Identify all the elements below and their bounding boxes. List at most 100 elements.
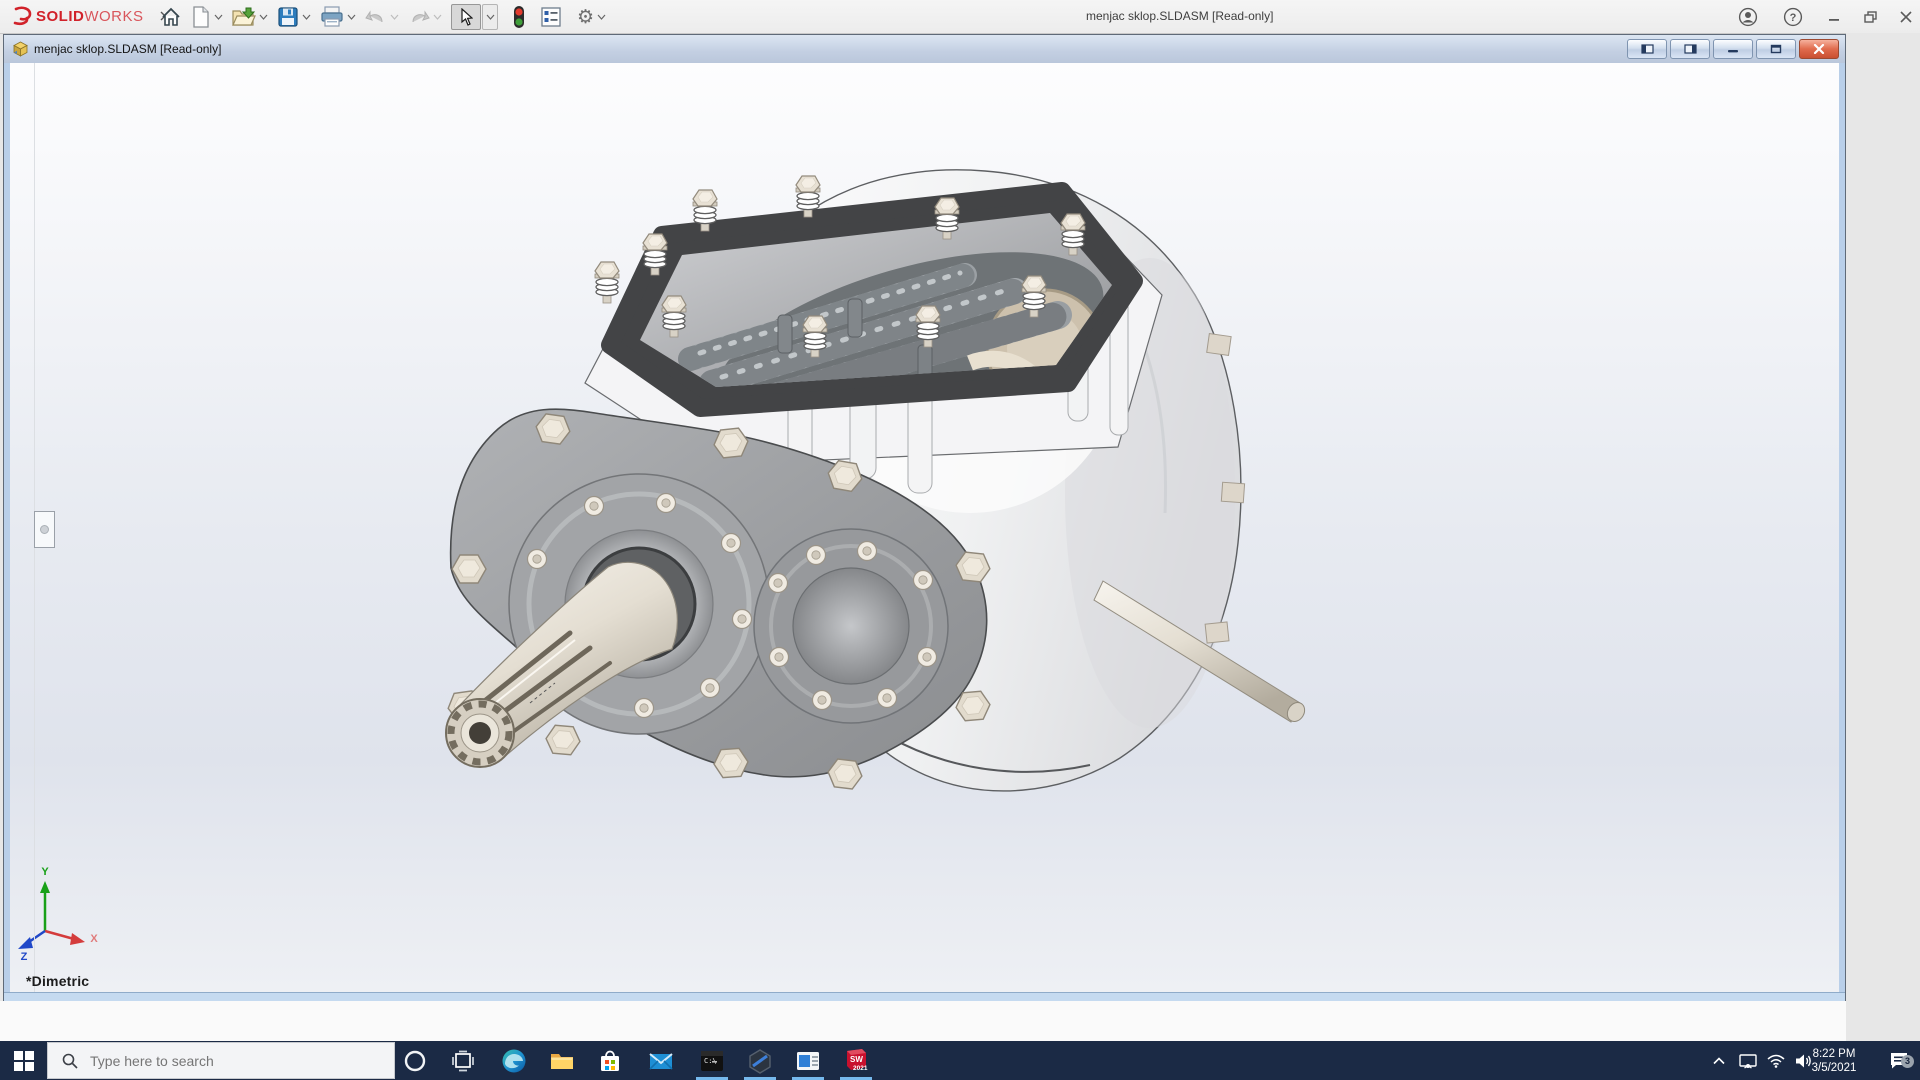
redo-button[interactable] <box>408 7 442 27</box>
brand-works: WORKS <box>84 7 144 25</box>
task-scheduler-button[interactable] <box>540 6 562 28</box>
taskbar-item-solidworks[interactable]: SW 2021 <box>836 1041 876 1080</box>
svg-text:2021: 2021 <box>853 1065 868 1072</box>
cast-icon <box>1739 1053 1757 1068</box>
mail-icon <box>649 1052 673 1070</box>
options-dropdown[interactable] <box>597 14 606 20</box>
svg-text:?: ? <box>1790 12 1797 24</box>
solidworks-logo: SOLID WORKS <box>10 4 170 28</box>
wifi-icon <box>1767 1054 1785 1068</box>
save-icon <box>278 7 298 27</box>
open-dropdown[interactable] <box>259 14 268 20</box>
microsoft-store-icon <box>601 1050 619 1071</box>
select-tool-dropdown[interactable] <box>482 4 498 30</box>
redo-dropdown[interactable] <box>433 14 442 20</box>
app-titlebar: SOLID WORKS ⚙ menjac sklop.SLDASM [Read-… <box>0 0 1920 34</box>
file-explorer-icon <box>551 1053 573 1069</box>
app-window-title: menjac sklop.SLDASM [Read-only] <box>1086 9 1274 23</box>
taskbar-item-media-app[interactable] <box>788 1041 828 1080</box>
taskbar-item-store[interactable] <box>590 1041 630 1080</box>
tray-network[interactable] <box>1762 1041 1790 1080</box>
notification-count-badge: 3 <box>1901 1055 1914 1068</box>
graphics-viewport[interactable]: Y X Z *Dimetric <box>10 63 1839 992</box>
restore-button[interactable] <box>1858 5 1882 29</box>
triad-x-label: X <box>90 933 98 945</box>
chevron-up-icon <box>1713 1056 1725 1064</box>
help-icon: ? <box>1783 7 1803 27</box>
task-view-icon <box>452 1050 474 1071</box>
tray-clock[interactable]: 8:22 PM 3/5/2021 <box>1806 1041 1862 1080</box>
view-orientation-label: *Dimetric <box>26 973 90 989</box>
command-prompt-icon: C:\ <box>701 1050 723 1071</box>
select-tool[interactable] <box>451 4 498 30</box>
undo-icon <box>365 10 383 23</box>
home-button[interactable] <box>160 6 182 28</box>
doc-restore-button[interactable] <box>1756 39 1796 59</box>
hexagon-app-icon <box>749 1048 771 1074</box>
assembly-document-icon <box>13 41 28 57</box>
tray-wireless-display[interactable] <box>1734 1041 1762 1080</box>
feature-tree-collapse-tab[interactable] <box>34 511 55 548</box>
doc-minimize-button[interactable] <box>1713 39 1753 59</box>
close-icon <box>1900 11 1912 23</box>
open-button[interactable] <box>232 6 268 28</box>
doc-border-bottom <box>4 992 1845 1001</box>
print-icon <box>321 6 343 27</box>
undo-button[interactable] <box>365 7 399 27</box>
tray-time: 8:22 PM <box>1812 1047 1856 1060</box>
tray-show-hidden-icons[interactable] <box>1706 1041 1732 1080</box>
edge-icon <box>502 1049 526 1072</box>
restore-icon <box>1863 11 1877 23</box>
doc-close-button[interactable] <box>1799 39 1839 59</box>
windows-logo-icon <box>14 1050 34 1071</box>
windows-taskbar: C:\ SW 2021 <box>0 1041 1920 1080</box>
collapse-left-pane-button[interactable] <box>1627 39 1667 59</box>
taskbar-item-file-explorer[interactable] <box>542 1041 582 1080</box>
taskbar-item-task-view[interactable] <box>443 1041 483 1080</box>
home-icon <box>162 7 180 26</box>
taskbar-item-edge[interactable] <box>494 1041 534 1080</box>
orientation-triad: Y X Z <box>18 866 98 963</box>
start-button[interactable] <box>4 1041 44 1080</box>
print-button[interactable] <box>320 6 356 28</box>
print-dropdown[interactable] <box>347 14 356 20</box>
save-dropdown[interactable] <box>302 14 311 20</box>
new-document-dropdown[interactable] <box>214 14 223 20</box>
document-window: menjac sklop.SLDASM [Read-only] Y X Z *D… <box>3 34 1846 1001</box>
taskbar-item-command-prompt[interactable]: C:\ <box>692 1041 732 1080</box>
minimize-icon <box>1829 19 1839 21</box>
options-button[interactable]: ⚙ <box>577 6 606 28</box>
traffic-light-icon <box>514 6 524 28</box>
taskbar-item-mail[interactable] <box>641 1041 681 1080</box>
new-document-button[interactable] <box>191 6 223 28</box>
search-input[interactable] <box>88 1051 342 1070</box>
select-tool-active-box[interactable] <box>451 4 481 30</box>
save-button[interactable] <box>277 6 311 28</box>
solidworks-2021-icon: SW 2021 <box>847 1048 868 1072</box>
gear-icon: ⚙ <box>577 6 595 28</box>
cursor-icon <box>461 8 473 26</box>
dassault-3ds-logo-icon <box>13 6 32 26</box>
help-button[interactable]: ? <box>1781 5 1805 29</box>
collapse-right-pane-button[interactable] <box>1670 39 1710 59</box>
app-background-bottom <box>0 1001 1846 1041</box>
form-list-icon <box>541 7 561 27</box>
undo-dropdown[interactable] <box>390 14 399 20</box>
user-account-icon <box>1738 7 1758 27</box>
document-titlebar[interactable]: menjac sklop.SLDASM [Read-only] <box>4 35 1845 64</box>
selection-toggle-button[interactable] <box>513 5 525 29</box>
account-button[interactable] <box>1736 5 1760 29</box>
minimize-button[interactable] <box>1822 5 1846 29</box>
gearbox-3d-model[interactable]: Y X Z <box>10 63 1839 992</box>
triad-z-label: Z <box>21 951 28 963</box>
taskbar-item-cortana[interactable] <box>395 1041 435 1080</box>
svg-text:SW: SW <box>850 1055 863 1064</box>
new-document-icon <box>193 6 209 28</box>
taskbar-item-hexagon-app[interactable] <box>740 1041 780 1080</box>
doc-border-right <box>1839 63 1845 1000</box>
triad-y-label: Y <box>41 866 49 878</box>
taskbar-search[interactable] <box>47 1042 395 1079</box>
quick-access-toolbar: ⚙ <box>160 4 615 30</box>
close-button[interactable] <box>1894 5 1918 29</box>
open-folder-icon <box>232 7 256 26</box>
